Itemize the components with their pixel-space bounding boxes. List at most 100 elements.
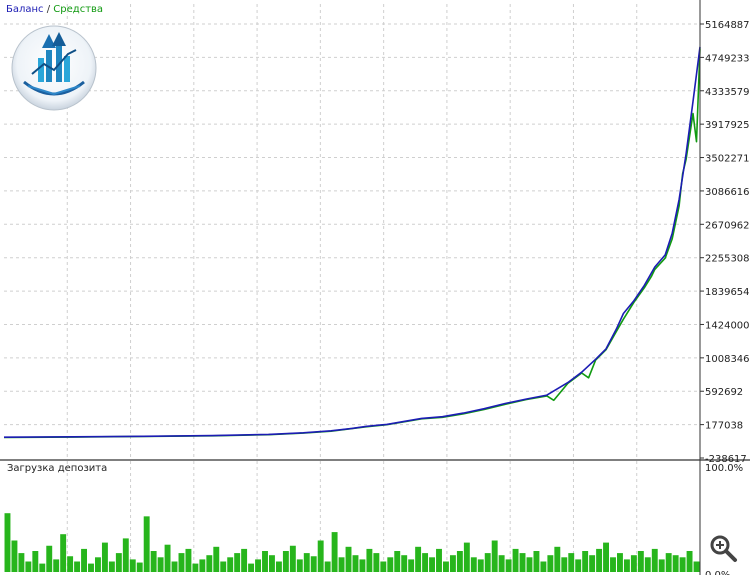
deposit-load-bar <box>533 551 540 572</box>
deposit-load-bar <box>67 556 74 572</box>
deposit-load-bar <box>568 553 575 572</box>
deposit-load-bar <box>491 540 498 572</box>
deposit-load-bar <box>192 563 199 572</box>
deposit-load-bar <box>18 553 25 572</box>
deposit-load-bar <box>122 538 129 572</box>
y-tick-label: 1424000 <box>705 320 750 331</box>
deposit-load-bar <box>443 561 449 572</box>
deposit-load-bar <box>547 555 554 572</box>
deposit-load-bar <box>74 561 81 572</box>
y-tick-label: 3086616 <box>705 187 750 198</box>
deposit-load-bar <box>651 548 658 572</box>
deposit-load-bar <box>150 551 157 572</box>
legend-equity: Средства <box>53 4 104 15</box>
deposit-load-bar <box>380 561 387 572</box>
deposit-load-bar <box>373 553 380 572</box>
deposit-load-bar <box>46 545 53 572</box>
y-tick-label: 2670962 <box>705 220 750 231</box>
deposit-load-bar <box>519 553 526 572</box>
deposit-load-bar <box>554 546 561 572</box>
deposit-load-bar <box>596 548 603 572</box>
deposit-load-bar <box>108 561 115 572</box>
deposit-load-bar <box>4 513 11 572</box>
zoom-in-icon[interactable] <box>708 533 738 563</box>
deposit-load-bar <box>637 551 644 572</box>
legend-separator: / <box>46 4 51 15</box>
deposit-load-bar <box>95 557 101 572</box>
deposit-load-bar <box>303 553 310 572</box>
deposit-load-bar <box>25 561 32 572</box>
deposit-load-bar <box>644 557 651 572</box>
deposit-load-bar <box>463 542 470 572</box>
deposit-load-bar <box>408 559 415 572</box>
deposit-load-bar <box>199 559 206 572</box>
deposit-load-bar <box>526 557 533 572</box>
deposit-load-bar <box>658 559 665 572</box>
chart-legend: Баланс / Средства <box>6 4 103 15</box>
deposit-load-bar <box>53 559 60 572</box>
y-tick-label: 3502271 <box>705 154 750 165</box>
deposit-load-bar <box>505 559 512 572</box>
deposit-load-bar <box>331 532 338 572</box>
deposit-load-bar <box>575 559 582 572</box>
deposit-load-bar <box>603 542 609 572</box>
y-tick-label: 1008346 <box>705 354 750 365</box>
deposit-load-bar <box>136 562 143 572</box>
deposit-load-bar <box>415 546 422 572</box>
deposit-load-bar <box>665 553 672 572</box>
deposit-load-bar <box>282 551 289 572</box>
y-tick-label: 592692 <box>705 387 743 398</box>
y-tick-label: 1839654 <box>705 287 750 298</box>
deposit-load-bar <box>693 561 700 572</box>
deposit-load-bar <box>686 551 693 572</box>
deposit-load-bar <box>171 561 178 572</box>
deposit-load-bar <box>561 557 568 572</box>
deposit-load-bar <box>623 559 630 572</box>
deposit-load-bar <box>255 559 261 572</box>
deposit-load-bar <box>679 557 686 572</box>
deposit-load-bar <box>248 563 255 572</box>
deposit-load-bar <box>359 559 366 572</box>
deposit-load-bar <box>289 545 296 572</box>
deposit-load-bar <box>115 553 122 572</box>
deposit-load-bar <box>39 563 46 572</box>
deposit-load-bar <box>498 555 505 572</box>
deposit-load-bar <box>101 542 108 572</box>
deposit-load-bar <box>352 555 359 572</box>
legend-balance: Баланс <box>6 4 44 15</box>
deposit-load-bar <box>296 559 303 572</box>
deposit-load-bar <box>157 557 164 572</box>
deposit-load-bar <box>60 534 67 572</box>
deposit-load-bar <box>32 551 39 572</box>
deposit-load-bar <box>213 546 220 572</box>
deposit-load-bar <box>617 553 623 572</box>
deposit-load-bar <box>88 563 94 572</box>
deposit-load-bar <box>589 555 596 572</box>
deposit-load-bar <box>512 548 519 572</box>
deposit-load-bar <box>81 548 87 572</box>
deposit-load-bar <box>449 555 456 572</box>
deposit-load-bar <box>164 544 171 572</box>
deposit-load-bar <box>630 555 637 572</box>
sub-y-tick-label: 0.0% <box>705 570 730 575</box>
deposit-load-bar <box>366 548 373 572</box>
deposit-load-bar <box>394 551 401 572</box>
deposit-load-bar <box>143 516 150 572</box>
deposit-load-bar <box>178 553 185 572</box>
deposit-load-bar <box>220 561 227 572</box>
deposit-load-bar <box>401 555 408 572</box>
deposit-load-bar <box>129 559 136 572</box>
deposit-load-bar <box>610 557 616 572</box>
deposit-load-bar <box>234 553 241 572</box>
deposit-load-bar <box>206 555 213 572</box>
deposit-load-bar <box>470 557 477 572</box>
deposit-load-bar <box>338 557 345 572</box>
deposit-load-bar <box>11 540 18 572</box>
sub-y-tick-label: 100.0% <box>705 463 743 474</box>
y-tick-label: 3917925 <box>705 120 750 131</box>
chart-container: 5164887 4749233 4333579 3917925 3502271 30866… <box>0 0 750 579</box>
y-tick-label: 4749233 <box>705 53 750 64</box>
deposit-load-bar <box>227 557 234 572</box>
deposit-load-bar <box>324 561 331 572</box>
deposit-load-bar <box>429 557 435 572</box>
